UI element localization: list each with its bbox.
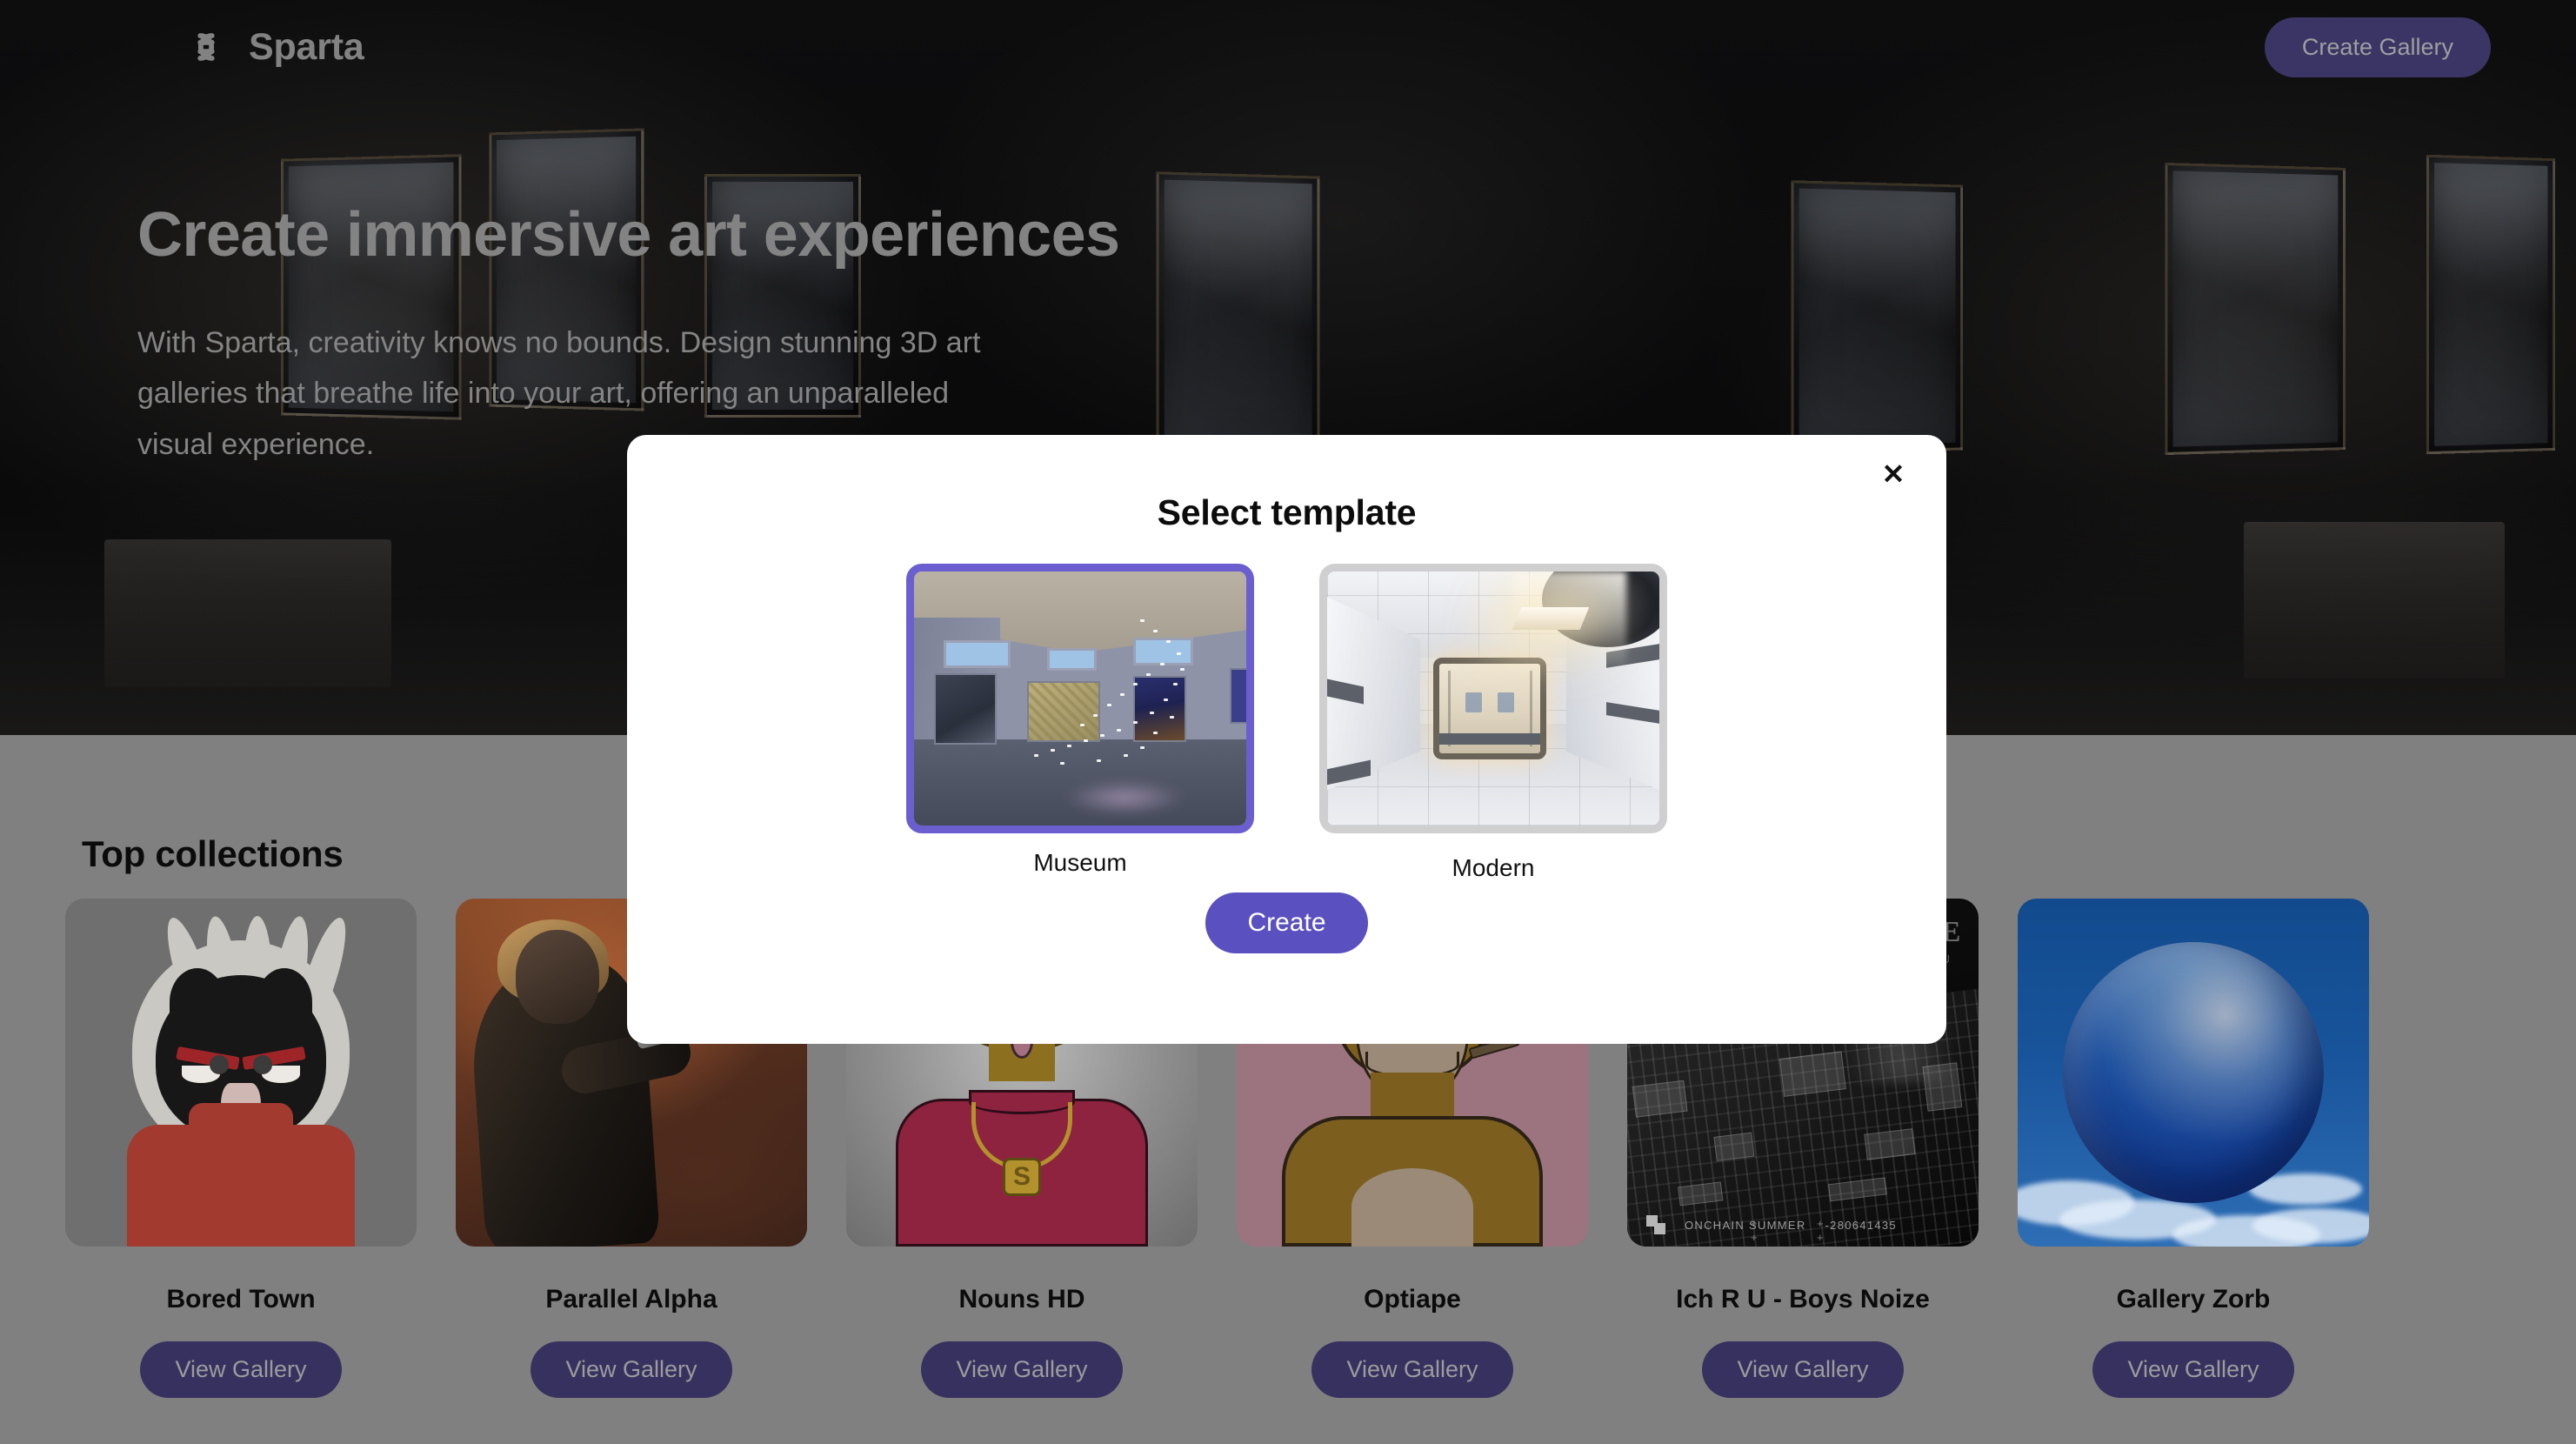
close-x-icon[interactable]: ✕	[1873, 454, 1913, 494]
modal-actions: Create	[627, 892, 1946, 953]
template-preview-museum[interactable]	[906, 564, 1254, 833]
template-option-modern[interactable]: Modern	[1319, 564, 1667, 882]
template-preview-modern[interactable]	[1319, 564, 1667, 833]
modal-title: Select template	[1157, 492, 1417, 532]
template-option-list: Museum Modern	[627, 564, 1946, 882]
select-template-modal: ✕ Select template Museum Modern Create	[627, 435, 1946, 1044]
create-button[interactable]: Create	[1205, 892, 1368, 953]
museum-gallery-preview-art	[914, 572, 1246, 826]
template-label-museum: Museum	[1033, 849, 1127, 876]
modern-corridor-preview-art	[1327, 572, 1659, 826]
template-label-modern: Modern	[1452, 854, 1535, 881]
template-option-museum[interactable]: Museum	[906, 564, 1254, 882]
page-root: Create immersive art experiences With Sp…	[0, 0, 2576, 1444]
